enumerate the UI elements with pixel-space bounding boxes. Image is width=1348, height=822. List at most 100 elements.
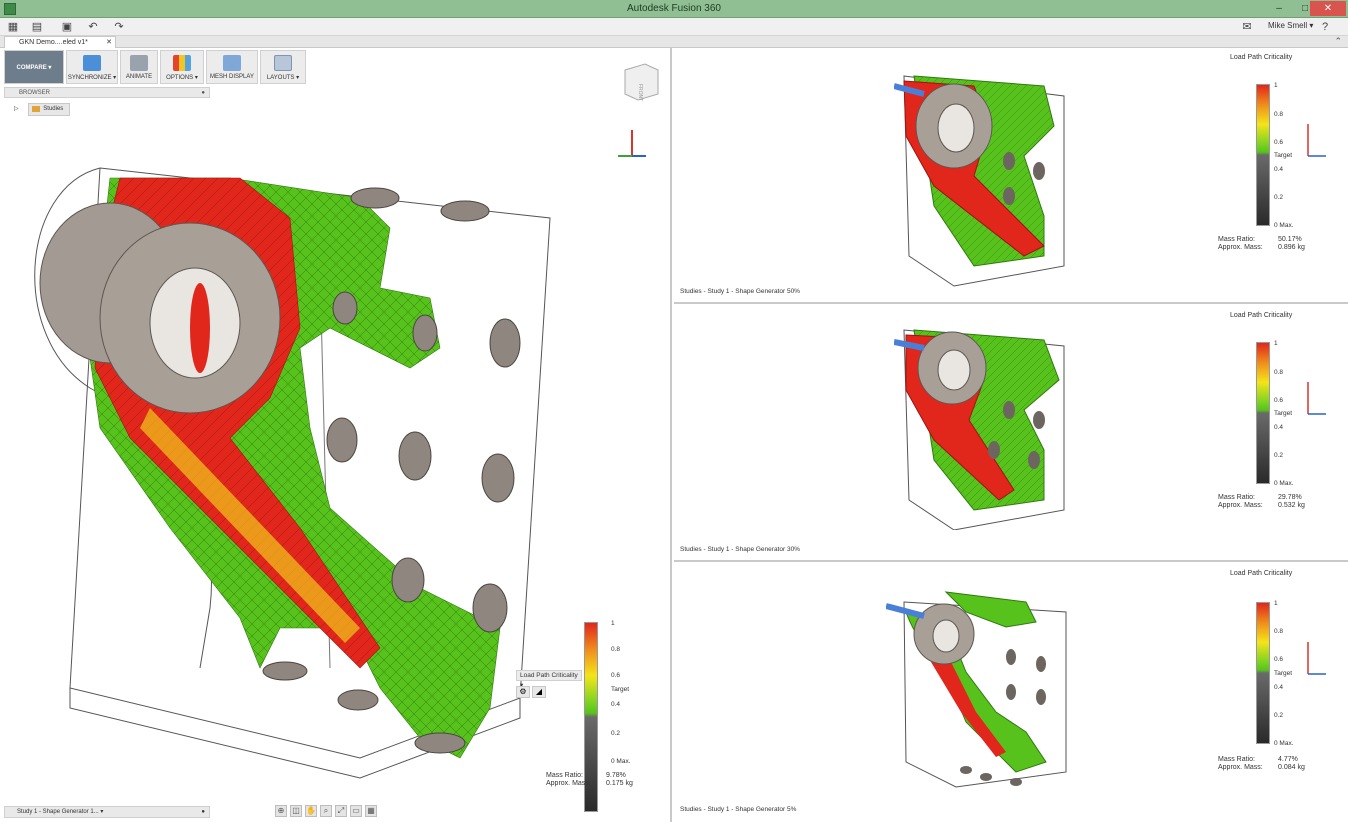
legend-tick: 0.2	[1274, 194, 1284, 201]
options-icon	[173, 55, 191, 71]
help-icon[interactable]: ?	[1318, 20, 1332, 34]
legend-tick: Target	[1274, 670, 1293, 677]
app-grid-icon[interactable]: ▦	[6, 20, 20, 34]
undo-icon[interactable]: ↶	[86, 20, 100, 34]
mass-ratio-value: 50.17%	[1278, 236, 1302, 243]
mass-ratio-readout: Mass Ratio: 9.78%	[546, 772, 626, 780]
study-selector-dot-icon[interactable]: ●	[201, 807, 205, 818]
comparison-model-30[interactable]	[894, 320, 1094, 530]
quick-access-toolbar: ▦ ▤ ▣ ↶ ↷ ✉ Mike Smell ▾ ?	[0, 18, 1348, 36]
comparison-model-5[interactable]	[886, 582, 1096, 792]
synchronize-icon	[83, 55, 101, 71]
grid-settings-icon[interactable]: ▦	[365, 805, 377, 817]
mass-ratio-readout: Mass Ratio: 29.78%	[1218, 494, 1302, 502]
mesh-display-button[interactable]: MESH DISPLAY	[206, 50, 258, 84]
legend-title: Load Path Criticality	[1230, 570, 1293, 577]
legend-tick: 0 Max.	[1274, 740, 1294, 747]
comparison-model-50[interactable]	[894, 66, 1094, 291]
document-tab-label: GKN Demo....eled v1*	[19, 39, 88, 46]
axis-triad-icon	[1307, 124, 1326, 157]
comparison-panel-5: Load Path Criticality 1 0.8 0.6 Target 0…	[674, 564, 1348, 822]
mass-ratio-label: Mass Ratio:	[1218, 756, 1255, 763]
legend-tick: 1	[1274, 82, 1278, 89]
axis-triad-icon	[1307, 642, 1326, 675]
approx-mass-readout: Approx. Mass: 0.084 kg	[1218, 764, 1305, 772]
approx-mass-value: 0.532 kg	[1278, 502, 1305, 509]
legend-title: Load Path Criticality	[1230, 54, 1293, 61]
approx-mass-label: Approx. Mass:	[546, 780, 591, 787]
legend-color-bar	[1256, 602, 1270, 744]
legend-tick: 0.2	[1274, 452, 1284, 459]
window-title: Autodesk Fusion 360	[627, 3, 721, 14]
mass-ratio-value: 9.78%	[606, 772, 626, 779]
mesh-display-icon	[223, 55, 241, 71]
legend-tick: 0 Max.	[1274, 222, 1294, 229]
orbit-icon[interactable]: ⊕	[275, 805, 287, 817]
collapse-ribbon-icon[interactable]: ⌃	[1334, 36, 1342, 47]
options-label: OPTIONS ▾	[166, 75, 198, 81]
main-viewport-pane: COMPARE ▾ SYNCHRONIZE ▾ ANIMATE OPTIONS …	[0, 48, 672, 822]
document-tab-bar: GKN Demo....eled v1* ✕ ⌃	[0, 36, 1348, 48]
legend-tick: 0.2	[611, 730, 621, 737]
legend-tick: 1	[1274, 340, 1278, 347]
compare-button[interactable]: COMPARE ▾	[4, 50, 64, 84]
animate-icon	[130, 55, 148, 71]
synchronize-button[interactable]: SYNCHRONIZE ▾	[66, 50, 118, 84]
fit-icon[interactable]: ⤢	[335, 805, 347, 817]
mesh-display-label: MESH DISPLAY	[210, 74, 254, 80]
legend-ramp-icon[interactable]: ◢	[532, 686, 546, 698]
options-button[interactable]: OPTIONS ▾	[160, 50, 204, 84]
browser-dot-icon[interactable]: ●	[201, 88, 205, 98]
axis-triad-icon	[1307, 382, 1326, 415]
compare-toolbar: COMPARE ▾ SYNCHRONIZE ▾ ANIMATE OPTIONS …	[4, 50, 306, 84]
legend-tick: 0.4	[1274, 166, 1284, 173]
legend-tick: 1	[611, 620, 615, 627]
study-caption: Studies - Study 1 - Shape Generator 5%	[680, 806, 797, 813]
file-menu-icon[interactable]: ▤	[30, 20, 44, 34]
approx-mass-readout: Approx. Mass: 0.532 kg	[1218, 502, 1305, 510]
display-settings-icon[interactable]: ▭	[350, 805, 362, 817]
minimize-button[interactable]: –	[1266, 1, 1292, 16]
layouts-icon	[274, 55, 292, 71]
legend-tick: 0.6	[1274, 397, 1284, 404]
approx-mass-value: 0.084 kg	[1278, 764, 1305, 771]
save-icon[interactable]: ▣	[60, 20, 74, 34]
legend-tick: Target	[611, 686, 630, 693]
browser-panel-header[interactable]: BROWSER ●	[4, 87, 210, 98]
svg-text:FRONT: FRONT	[637, 84, 643, 101]
user-account-menu[interactable]: Mike Smell ▾	[1268, 21, 1313, 30]
redo-icon[interactable]: ↷	[112, 20, 126, 34]
close-window-button[interactable]: ✕	[1310, 1, 1346, 16]
close-tab-icon[interactable]: ✕	[106, 37, 112, 48]
approx-mass-value: 0.896 kg	[1278, 244, 1305, 251]
zoom-icon[interactable]: ⌕	[320, 805, 332, 817]
legend-type-dropdown[interactable]: Load Path Criticality ▾	[516, 670, 582, 689]
view-cube[interactable]: FRONT	[620, 62, 660, 102]
layouts-label: LAYOUTS ▾	[266, 75, 300, 81]
main-3d-model-view[interactable]	[0, 108, 670, 808]
pan-icon[interactable]: ✋	[305, 805, 317, 817]
notifications-icon[interactable]: ✉	[1240, 20, 1254, 34]
legend-tick: 1	[1274, 600, 1278, 607]
legend-tick: 0.8	[1274, 369, 1284, 376]
look-at-icon[interactable]: ◫	[290, 805, 302, 817]
legend-tick: 0.8	[611, 646, 621, 653]
approx-mass-value: 0.175 kg	[606, 780, 633, 787]
mass-ratio-label: Mass Ratio:	[1218, 236, 1255, 243]
legend-tick: Target	[1274, 152, 1293, 159]
mass-ratio-value: 4.77%	[1278, 756, 1298, 763]
legend-tick: 0.6	[611, 672, 621, 679]
mass-ratio-readout: Mass Ratio: 4.77%	[1218, 756, 1298, 764]
legend-color-bar	[1256, 84, 1270, 226]
animate-label: ANIMATE	[125, 74, 153, 80]
study-caption: Studies - Study 1 - Shape Generator 50%	[680, 288, 800, 295]
layouts-button[interactable]: LAYOUTS ▾	[260, 50, 306, 84]
settings-gear-icon[interactable]: ⚙	[516, 686, 530, 698]
browser-label: BROWSER	[19, 90, 51, 96]
mass-ratio-value: 29.78%	[1278, 494, 1302, 501]
document-tab[interactable]: GKN Demo....eled v1* ✕	[4, 36, 116, 48]
comparison-panel-30: Load Path Criticality 1 0.8 0.6 Target 0…	[674, 306, 1348, 562]
legend-tick: 0 Max.	[1274, 480, 1294, 487]
study-selector-dropdown[interactable]: Study 1 - Shape Generator 1... ▾ ●	[4, 806, 210, 818]
animate-button[interactable]: ANIMATE	[120, 50, 158, 84]
